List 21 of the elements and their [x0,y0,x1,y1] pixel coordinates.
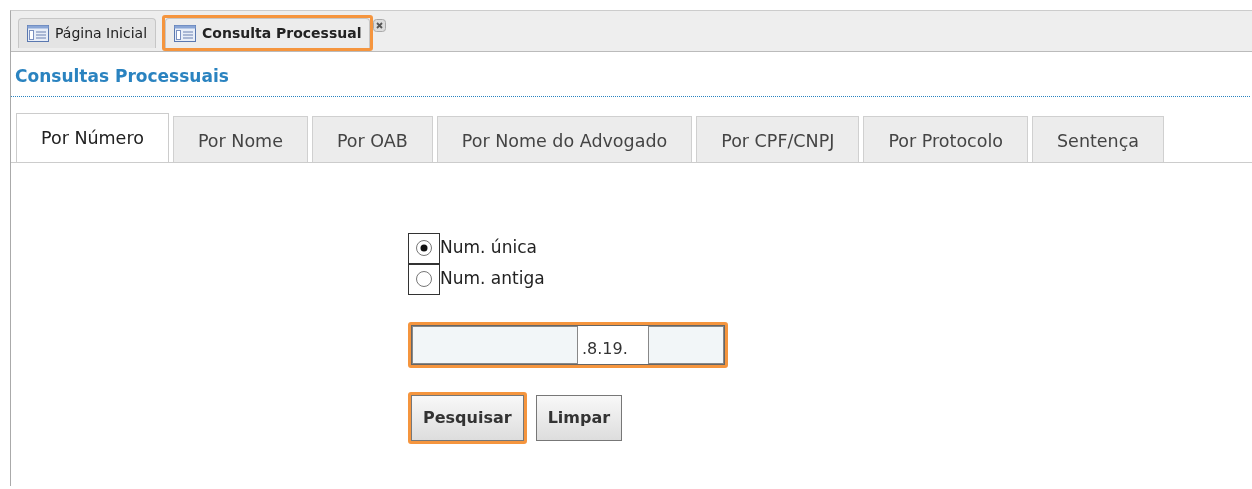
tab[interactable]: Consulta Processual [165,18,371,48]
input-field[interactable] [412,325,578,364]
page-title: Consultas Processuais [11,52,1250,97]
tab[interactable]: Por Nome [172,115,308,162]
radio-label: Num. antiga [440,267,545,291]
tab[interactable]: Página Inicial [18,18,157,48]
close-icon[interactable] [373,19,387,32]
input-field[interactable] [648,325,724,364]
tab[interactable]: Por Nome do Advogado [436,115,693,162]
radio-button[interactable] [415,239,433,257]
tab[interactable]: Por CPF/CNPJ [696,115,860,162]
search-button[interactable]: Pesquisar [411,394,524,441]
clear-button[interactable]: Limpar [535,394,623,441]
tab[interactable]: Por OAB [311,115,433,162]
radio-button[interactable] [415,270,433,288]
window-list-icon [27,25,49,42]
radio-label: Num. única [440,236,537,260]
tab[interactable]: Sentença [1032,115,1165,162]
tab[interactable]: Por Número [16,112,169,162]
window-list-icon [174,25,197,42]
tab[interactable]: Por Protocolo [863,115,1028,162]
